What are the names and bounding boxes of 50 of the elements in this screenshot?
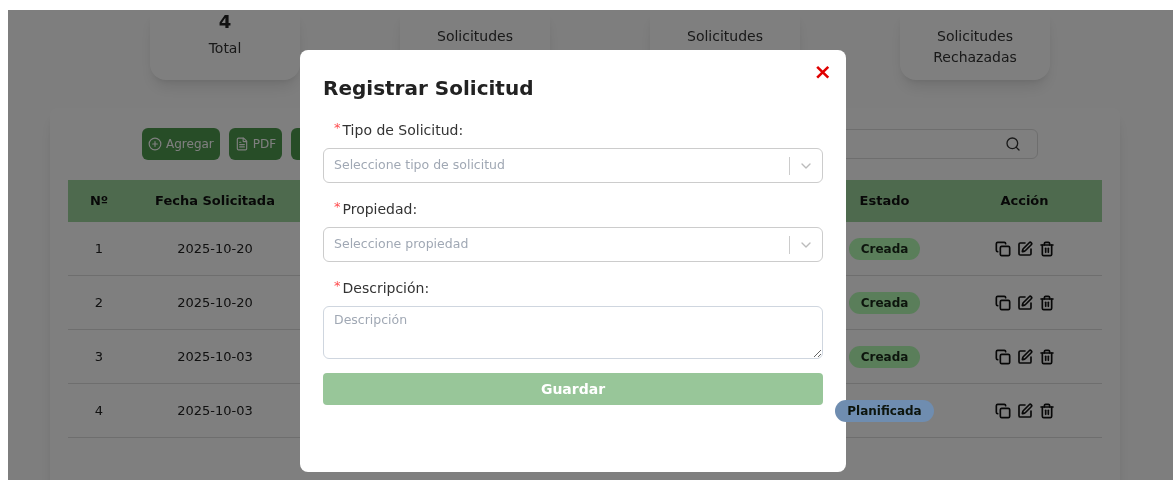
column-header: Fecha Solicitada xyxy=(154,192,276,211)
table-cell-text: 1 xyxy=(93,239,105,258)
copy-icon[interactable] xyxy=(994,402,1011,419)
status-badge: Creada xyxy=(848,237,921,260)
required-mark: * xyxy=(334,120,341,136)
table-cell-text: 3 xyxy=(93,347,105,366)
required-mark: * xyxy=(334,278,341,294)
plus-circle-icon xyxy=(148,137,162,151)
field-label: Descripción: xyxy=(342,279,430,298)
status-badge: Creada xyxy=(848,345,921,368)
column-header: Acción xyxy=(999,192,1050,211)
modal-title: Registrar Solicitud xyxy=(323,75,535,102)
trash-icon[interactable] xyxy=(1038,240,1055,257)
table-cell-text: 2025-10-20 xyxy=(176,293,254,312)
table-cell-text: 2 xyxy=(93,293,105,312)
select-field[interactable]: Seleccione propiedad xyxy=(323,227,823,262)
toolbar-button[interactable]: Agregar xyxy=(142,128,220,160)
trash-icon[interactable] xyxy=(1038,294,1055,311)
close-button[interactable]: × xyxy=(813,60,832,84)
select-field[interactable]: Seleccione tipo de solicitud xyxy=(323,148,823,183)
status-badge: Creada xyxy=(848,291,921,314)
copy-icon[interactable] xyxy=(994,348,1011,365)
edit-icon[interactable] xyxy=(1016,402,1033,419)
table-cell-text: 2025-10-20 xyxy=(176,239,254,258)
edit-icon[interactable] xyxy=(1016,240,1033,257)
table-cell-text: 2025-10-03 xyxy=(176,347,254,366)
toolbar-button[interactable]: PDF xyxy=(228,128,283,160)
card-label: Total xyxy=(207,39,243,58)
search-icon xyxy=(1005,136,1021,152)
trash-icon[interactable] xyxy=(1038,348,1055,365)
card-label: Solicitudes xyxy=(686,27,764,46)
column-header: Estado xyxy=(858,192,911,211)
field-label: Tipo de Solicitud: xyxy=(342,121,464,140)
column-header: Nº xyxy=(88,192,110,211)
card-label: Solicitudes xyxy=(436,27,514,46)
required-mark: * xyxy=(334,199,341,215)
edit-icon[interactable] xyxy=(1016,294,1033,311)
field-label: Propiedad: xyxy=(342,200,418,219)
table-cell-text: 4 xyxy=(93,401,105,420)
trash-icon[interactable] xyxy=(1038,402,1055,419)
card-count: 4 xyxy=(218,14,232,30)
document-icon xyxy=(234,137,249,151)
copy-icon[interactable] xyxy=(994,294,1011,311)
edit-icon[interactable] xyxy=(1016,348,1033,365)
status-badge: Planificada xyxy=(835,399,934,422)
table-cell-text: 2025-10-03 xyxy=(176,401,254,420)
save-button[interactable]: Guardar xyxy=(323,373,823,405)
description-field[interactable]: Descripción xyxy=(323,306,823,359)
copy-icon[interactable] xyxy=(994,240,1011,257)
card-label: Solicitudes Rechazadas xyxy=(932,27,1018,67)
